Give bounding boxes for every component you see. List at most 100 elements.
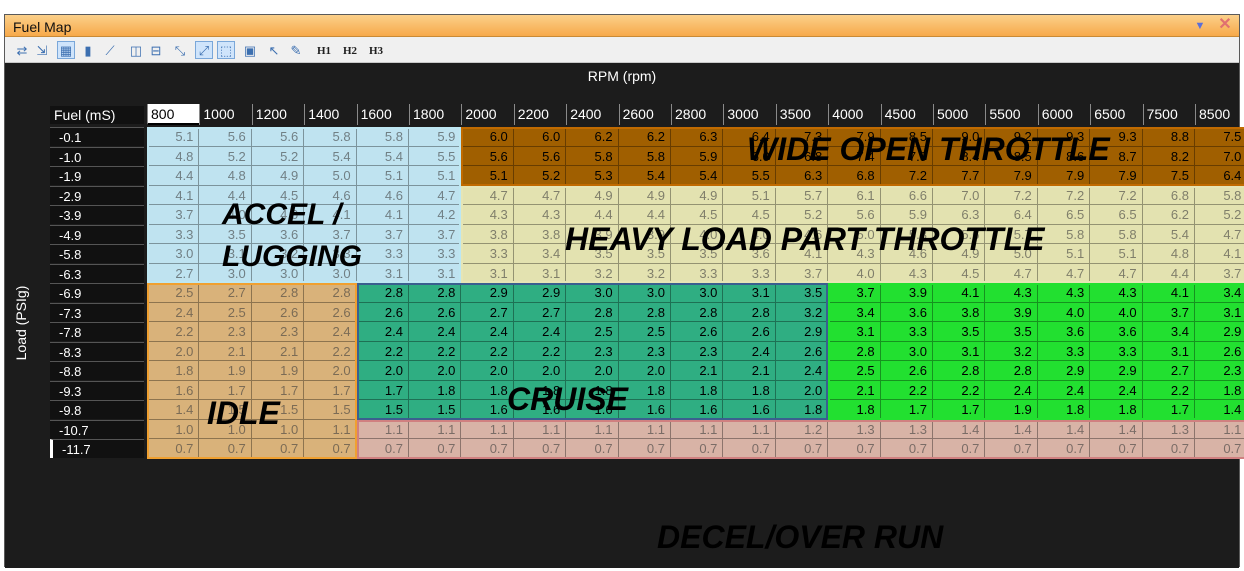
table-cell[interactable]: 3.0	[671, 283, 724, 303]
table-cell[interactable]: 2.8	[566, 302, 619, 322]
table-cell[interactable]: 5.2	[251, 146, 305, 166]
table-cell[interactable]: 5.8	[1090, 224, 1143, 244]
table-cell[interactable]: 6.3	[933, 205, 986, 225]
table-cell[interactable]: 1.7	[880, 400, 933, 420]
table-cell[interactable]: 3.2	[566, 263, 619, 283]
table-cell[interactable]: 0.7	[513, 439, 567, 459]
table-cell[interactable]: 2.1	[723, 361, 776, 381]
column-header[interactable]: 8500	[1195, 104, 1244, 125]
table-cell[interactable]: 3.5	[618, 244, 671, 264]
table-cell[interactable]: 2.1	[251, 341, 305, 361]
table-cell[interactable]: 5.6	[933, 224, 986, 244]
table-cell[interactable]: 1.8	[1090, 400, 1143, 420]
table-cell[interactable]: 5.4	[356, 146, 409, 166]
row-header[interactable]: -4.9	[50, 224, 144, 244]
table-cell[interactable]: 2.5	[566, 322, 619, 342]
table-cell[interactable]: 2.3	[199, 322, 252, 342]
table-cell[interactable]: 5.4	[618, 166, 671, 186]
table-cell[interactable]: 2.2	[880, 380, 933, 400]
column-header[interactable]: 4000	[828, 104, 880, 125]
column-header[interactable]: 5500	[985, 104, 1037, 125]
table-cell[interactable]: 2.9	[461, 283, 514, 303]
row-header[interactable]: -1.0	[50, 146, 144, 166]
table-cell[interactable]: 3.6	[1037, 322, 1091, 342]
table-cell[interactable]: 2.0	[461, 361, 514, 381]
table-cell[interactable]: 2.4	[1037, 380, 1091, 400]
table-cell[interactable]: 4.0	[671, 224, 724, 244]
export-icon[interactable]: ⇲	[33, 41, 51, 59]
table-cell[interactable]: 3.8	[461, 224, 514, 244]
table-cell[interactable]: 3.3	[304, 244, 357, 264]
table-cell[interactable]: 1.1	[409, 419, 462, 439]
table-cell[interactable]: 8.5	[985, 146, 1038, 166]
table-cell[interactable]: 2.4	[775, 361, 829, 381]
table-cell[interactable]: 6.0	[723, 146, 776, 166]
table-cell[interactable]: 4.0	[1037, 302, 1091, 322]
table-cell[interactable]: 3.3	[356, 244, 409, 264]
table-cell[interactable]: 0.7	[199, 439, 252, 459]
column-header[interactable]: 2400	[566, 104, 618, 125]
table-cell[interactable]: 2.7	[199, 283, 252, 303]
table-cell[interactable]: 3.2	[618, 263, 671, 283]
table-cell[interactable]: 1.5	[409, 400, 462, 420]
table-cell[interactable]: 6.0	[513, 127, 567, 147]
table-cell[interactable]: 2.8	[251, 283, 305, 303]
table-cell[interactable]: 7.7	[933, 166, 986, 186]
table-cell[interactable]: 3.2	[775, 302, 829, 322]
row-header[interactable]: -10.7	[50, 419, 144, 439]
table-cell[interactable]: 1.8	[513, 380, 567, 400]
column-header[interactable]: 800	[147, 104, 200, 125]
table-cell[interactable]: 0.7	[147, 439, 200, 459]
table-cell[interactable]: 2.4	[513, 322, 567, 342]
table-cell[interactable]: 2.9	[513, 283, 567, 303]
table-cell[interactable]: 1.4	[1090, 419, 1143, 439]
table-cell[interactable]: 4.8	[1142, 244, 1195, 264]
column-header[interactable]: 2800	[671, 104, 723, 125]
table-cell[interactable]: 4.1	[933, 283, 986, 303]
table-cell[interactable]: 9.2	[985, 127, 1038, 147]
table-cell[interactable]: 3.3	[147, 224, 200, 244]
table-cell[interactable]: 2.3	[1195, 361, 1244, 381]
triangle-down-icon[interactable]: ▼	[1192, 18, 1208, 34]
column-header[interactable]: 1800	[409, 104, 461, 125]
table-cell[interactable]: 2.6	[775, 341, 829, 361]
table-cell[interactable]: 2.0	[356, 361, 409, 381]
table-cell[interactable]: 7.4	[828, 146, 881, 166]
table-cell[interactable]: 5.6	[461, 146, 514, 166]
table-cell[interactable]: 2.4	[409, 322, 462, 342]
table-cell[interactable]: 4.7	[1037, 263, 1091, 283]
table-cell[interactable]: 3.0	[199, 263, 252, 283]
table-cell[interactable]: 5.8	[356, 127, 409, 147]
table-cell[interactable]: 5.1	[1037, 244, 1091, 264]
table-cell[interactable]: 9.3	[1090, 127, 1143, 147]
table-cell[interactable]: 2.8	[933, 361, 986, 381]
table-cell[interactable]: 7.9	[1037, 166, 1091, 186]
table-cell[interactable]: 2.9	[1090, 361, 1143, 381]
table-cell[interactable]: 5.4	[304, 146, 357, 166]
table-cell[interactable]: 2.8	[828, 341, 881, 361]
table-cell[interactable]: 0.7	[304, 439, 357, 459]
table-cell[interactable]: 6.5	[1090, 205, 1143, 225]
table-cell[interactable]: 1.8	[775, 400, 829, 420]
table-cell[interactable]: 3.3	[671, 263, 724, 283]
table-cell[interactable]: 1.1	[566, 419, 619, 439]
table-cell[interactable]: 3.5	[671, 244, 724, 264]
table-cell[interactable]: 3.1	[199, 244, 252, 264]
table-cell[interactable]: 4.4	[147, 166, 200, 186]
column-header[interactable]: 7500	[1142, 104, 1195, 125]
table-cell[interactable]: 2.0	[775, 380, 829, 400]
table-cell[interactable]: 1.7	[1142, 400, 1195, 420]
table-cell[interactable]: 3.1	[1195, 302, 1244, 322]
table-cell[interactable]: 2.9	[775, 322, 829, 342]
table-cell[interactable]: 1.1	[304, 419, 357, 439]
table-cell[interactable]: 5.4	[671, 166, 724, 186]
column-header[interactable]: 3500	[775, 104, 828, 125]
table-cell[interactable]: 5.1	[409, 166, 462, 186]
table-cell[interactable]: 3.0	[566, 283, 619, 303]
table-cell[interactable]: 1.8	[723, 380, 776, 400]
table-cell[interactable]: 2.2	[1142, 380, 1195, 400]
table-cell[interactable]: 9.0	[933, 127, 986, 147]
table-cell[interactable]: 3.6	[251, 224, 305, 244]
table-cell[interactable]: 4.6	[880, 244, 933, 264]
table-cell[interactable]: 7.2	[985, 185, 1038, 205]
